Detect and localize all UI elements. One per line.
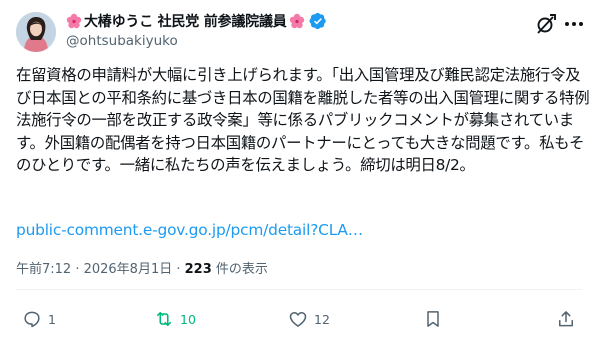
bookmark-icon <box>427 311 439 327</box>
reply-button[interactable]: 1 <box>22 306 56 332</box>
repost-button[interactable]: 10 <box>154 306 196 332</box>
tweet-link[interactable]: public-comment.e-gov.go.jp/pcm/detail?CL… <box>16 219 363 241</box>
more-options-icon[interactable] <box>562 12 586 36</box>
timestamp[interactable]: 午前7:12 · 2026年8月1日 · <box>16 262 185 277</box>
hibiscus-icon <box>66 13 82 29</box>
views-label: 件の表示 <box>211 262 268 277</box>
author-name-row[interactable]: 大椿ゆうこ 社民党 前参議院議員 <box>66 11 327 31</box>
action-bar: 1 10 12 <box>0 306 598 332</box>
divider <box>16 289 582 290</box>
share-icon <box>559 311 573 327</box>
like-count: 12 <box>314 311 330 327</box>
views-count: 223 <box>184 262 212 277</box>
tweet-meta: 午前7:12 · 2026年8月1日 · 223 件の表示 <box>16 258 268 277</box>
hibiscus-icon <box>289 13 304 29</box>
verified-badge-icon[interactable] <box>309 12 327 30</box>
grok-icon[interactable] <box>534 12 558 36</box>
repost-count: 10 <box>180 311 196 327</box>
share-button[interactable] <box>556 306 576 332</box>
display-name[interactable]: 大椿ゆうこ 社民党 前参議院議員 <box>84 11 287 31</box>
tweet-text: 在留資格の申請料が大幅に引き上げられます。「出入国管理及び難民認定法施行令及び日… <box>16 66 590 174</box>
heart-icon <box>289 312 307 327</box>
repost-icon <box>156 311 172 327</box>
bookmark-button[interactable] <box>423 306 443 332</box>
reply-count: 1 <box>48 311 56 327</box>
reply-icon <box>24 311 40 328</box>
avatar[interactable] <box>16 12 56 52</box>
avatar-photo <box>16 12 56 52</box>
author-handle[interactable]: @ohtsubakiyuko <box>66 33 178 49</box>
like-button[interactable]: 12 <box>288 306 330 332</box>
